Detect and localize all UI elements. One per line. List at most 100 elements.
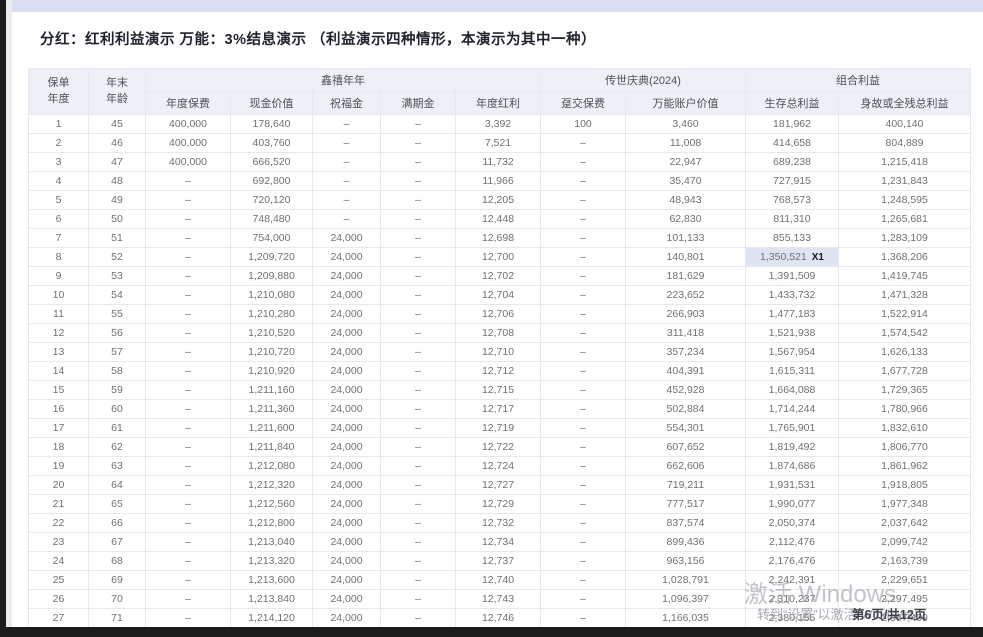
cell-cash-value: 692,800 [231, 172, 313, 191]
cell-age: 65 [89, 495, 146, 514]
table-row: 1660–1,211,36024,000–12,717–502,8841,714… [29, 400, 971, 419]
cell-blessing-benefit: 24,000 [313, 438, 381, 457]
cell-blessing-benefit: 24,000 [313, 229, 381, 248]
page-left-gutter [6, 0, 12, 637]
cell-maturity-benefit: – [381, 400, 456, 419]
cell-universal-account-value: 62,830 [626, 210, 746, 229]
cell-age: 67 [89, 533, 146, 552]
cell-policy-year: 8 [29, 248, 89, 267]
cell-annual-premium: – [146, 191, 231, 210]
cell-cash-value: 1,211,600 [231, 419, 313, 438]
cell-universal-account-value: 266,903 [626, 305, 746, 324]
cell-age: 66 [89, 514, 146, 533]
cell-annual-premium: – [146, 248, 231, 267]
cell-maturity-benefit: – [381, 533, 456, 552]
cell-maturity-benefit: – [381, 514, 456, 533]
cell-total-living-benefit: 855,133 [746, 229, 839, 248]
cell-maturity-benefit: – [381, 495, 456, 514]
cell-age: 54 [89, 286, 146, 305]
cell-universal-account-value: 3,460 [626, 115, 746, 134]
cell-maturity-benefit: – [381, 286, 456, 305]
cell-annual-dividend: 3,392 [456, 115, 541, 134]
cell-maturity-benefit: – [381, 571, 456, 590]
cell-policy-year: 12 [29, 324, 89, 343]
cell-blessing-benefit: 24,000 [313, 533, 381, 552]
cell-single-premium: – [541, 286, 626, 305]
cell-blessing-benefit: 24,000 [313, 324, 381, 343]
cell-total-death-benefit: 1,231,843 [839, 172, 971, 191]
cell-total-living-benefit: 1,477,183 [746, 305, 839, 324]
cell-blessing-benefit: 24,000 [313, 248, 381, 267]
cell-cash-value: 1,212,080 [231, 457, 313, 476]
cell-universal-account-value: 404,391 [626, 362, 746, 381]
cell-total-living-benefit: 1,819,492 [746, 438, 839, 457]
cell-single-premium: – [541, 476, 626, 495]
cell-annual-premium: – [146, 343, 231, 362]
cell-total-death-benefit: 1,283,109 [839, 229, 971, 248]
table-row: 2468–1,213,32024,000–12,737–963,1562,176… [29, 552, 971, 571]
cell-annual-premium: – [146, 457, 231, 476]
cell-policy-year: 20 [29, 476, 89, 495]
table-row: 953–1,209,88024,000–12,702–181,6291,391,… [29, 267, 971, 286]
cell-maturity-benefit: – [381, 419, 456, 438]
cell-cash-value: 1,210,920 [231, 362, 313, 381]
cell-universal-account-value: 452,928 [626, 381, 746, 400]
cell-single-premium: – [541, 210, 626, 229]
cell-policy-year: 17 [29, 419, 89, 438]
cell-universal-account-value: 777,517 [626, 495, 746, 514]
cell-blessing-benefit: 24,000 [313, 476, 381, 495]
cell-cash-value: 1,213,600 [231, 571, 313, 590]
cell-annual-premium: – [146, 362, 231, 381]
cell-total-death-benefit: 1,471,328 [839, 286, 971, 305]
cell-cash-value: 1,212,560 [231, 495, 313, 514]
column-header-total-death-benefit: 身故或全残总利益 [839, 92, 971, 115]
cell-blessing-benefit: 24,000 [313, 514, 381, 533]
cell-policy-year: 25 [29, 571, 89, 590]
cell-total-death-benefit: 1,780,966 [839, 400, 971, 419]
cell-cash-value: 1,210,720 [231, 343, 313, 362]
cell-annual-dividend: 12,737 [456, 552, 541, 571]
column-header-annual-premium: 年度保费 [146, 92, 231, 115]
table-row: 1357–1,210,72024,000–12,710–357,2341,567… [29, 343, 971, 362]
cell-total-death-benefit: 2,229,651 [839, 571, 971, 590]
table-row: 1458–1,210,92024,000–12,712–404,3911,615… [29, 362, 971, 381]
cell-cash-value: 754,000 [231, 229, 313, 248]
cell-universal-account-value: 48,943 [626, 191, 746, 210]
cell-single-premium: – [541, 438, 626, 457]
cell-annual-dividend: 12,715 [456, 381, 541, 400]
cell-annual-premium: – [146, 590, 231, 609]
table-row: 852–1,209,72024,000–12,700–140,8011,350,… [29, 248, 971, 267]
cell-total-living-benefit: 2,112,476 [746, 533, 839, 552]
cell-annual-dividend: 12,717 [456, 400, 541, 419]
cell-universal-account-value: 357,234 [626, 343, 746, 362]
cell-maturity-benefit: – [381, 210, 456, 229]
cell-universal-account-value: 963,156 [626, 552, 746, 571]
cell-total-death-benefit: 1,677,728 [839, 362, 971, 381]
cell-universal-account-value: 662,606 [626, 457, 746, 476]
cell-total-living-benefit: 2,176,476 [746, 552, 839, 571]
cell-universal-account-value: 11,008 [626, 134, 746, 153]
cell-policy-year: 11 [29, 305, 89, 324]
cell-total-living-benefit: 1,521,938 [746, 324, 839, 343]
cell-annual-premium: – [146, 571, 231, 590]
cell-single-premium: – [541, 362, 626, 381]
cell-cash-value: 1,212,320 [231, 476, 313, 495]
column-header-maturity-benefit: 满期金 [381, 92, 456, 115]
cell-total-living-benefit: 1,664,088 [746, 381, 839, 400]
cell-maturity-benefit: – [381, 476, 456, 495]
cell-blessing-benefit: 24,000 [313, 343, 381, 362]
cell-annual-dividend: 11,732 [456, 153, 541, 172]
cell-policy-year: 15 [29, 381, 89, 400]
cell-annual-premium: – [146, 552, 231, 571]
table-row: 751–754,00024,000–12,698–101,133855,1331… [29, 229, 971, 248]
cell-cash-value: 1,214,120 [231, 609, 313, 628]
cell-cash-value: 403,760 [231, 134, 313, 153]
cell-total-living-benefit: 727,915 [746, 172, 839, 191]
cell-total-living-benefit: 768,573 [746, 191, 839, 210]
cell-total-living-benefit: 2,380,155 [746, 609, 839, 628]
table-row: 347400,000666,520––11,732–22,947689,2381… [29, 153, 971, 172]
cell-cash-value: 1,210,080 [231, 286, 313, 305]
cell-annual-premium: – [146, 400, 231, 419]
column-group-header: 鑫禧年年 [146, 69, 541, 92]
cell-annual-dividend: 12,746 [456, 609, 541, 628]
